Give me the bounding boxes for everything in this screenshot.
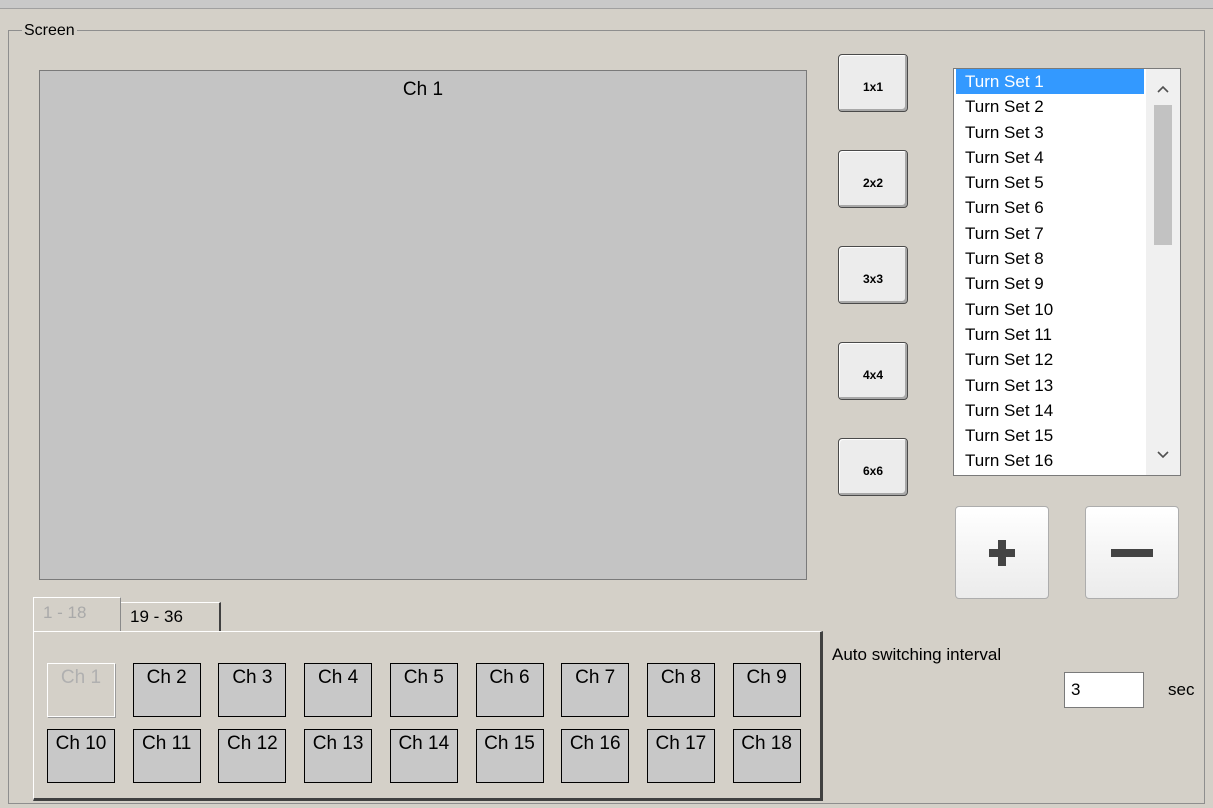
channel-button[interactable]: Ch 9 xyxy=(732,663,801,717)
list-item[interactable]: Turn Set 2 xyxy=(956,94,1144,119)
channel-button[interactable]: Ch 14 xyxy=(389,729,458,783)
list-item[interactable]: Turn Set 5 xyxy=(956,170,1144,195)
scroll-down-icon[interactable] xyxy=(1146,435,1180,475)
channel-button[interactable]: Ch 12 xyxy=(218,729,287,783)
channel-button[interactable]: Ch 7 xyxy=(561,663,630,717)
scroll-thumb[interactable] xyxy=(1154,105,1172,245)
turn-set-items: Turn Set 1 Turn Set 2 Turn Set 3 Turn Set 4… xyxy=(954,69,1144,474)
top-border-strip xyxy=(0,0,1213,9)
channel-button[interactable]: Ch 15 xyxy=(475,729,544,783)
tab-channels-1-18[interactable]: 1 - 18 xyxy=(33,597,121,631)
seconds-unit-label: sec xyxy=(1168,680,1195,699)
tab-channels-19-36[interactable]: 19 - 36 xyxy=(121,602,221,632)
channel-button[interactable]: Ch 3 xyxy=(218,663,287,717)
scroll-up-icon[interactable] xyxy=(1146,69,1180,109)
channel-button[interactable]: Ch 6 xyxy=(475,663,544,717)
channel-button[interactable]: Ch 18 xyxy=(732,729,801,783)
list-item[interactable]: Turn Set 14 xyxy=(956,398,1144,423)
channel-button[interactable]: Ch 16 xyxy=(561,729,630,783)
layout-1x1-button[interactable]: 1x1 xyxy=(838,54,908,112)
channel-button[interactable]: Ch 5 xyxy=(389,663,458,717)
list-item[interactable]: Turn Set 16 xyxy=(956,448,1144,473)
list-item[interactable]: Turn Set 10 xyxy=(956,297,1144,322)
interval-input[interactable] xyxy=(1064,672,1144,708)
list-item[interactable]: Turn Set 7 xyxy=(956,221,1144,246)
layout-4x4-button[interactable]: 4x4 xyxy=(838,342,908,400)
layout-3x3-button[interactable]: 3x3 xyxy=(838,246,908,304)
channel-button[interactable]: Ch 1 xyxy=(47,663,115,717)
channel-button[interactable]: Ch 10 xyxy=(47,729,115,783)
layout-6x6-button[interactable]: 6x6 xyxy=(838,438,908,496)
channel-button[interactable]: Ch 4 xyxy=(304,663,373,717)
channel-button[interactable]: Ch 13 xyxy=(304,729,373,783)
channel-button[interactable]: Ch 2 xyxy=(132,663,201,717)
list-item[interactable]: Turn Set 9 xyxy=(956,271,1144,296)
minus-icon xyxy=(1111,548,1153,557)
turn-set-listbox[interactable]: Turn Set 1 Turn Set 2 Turn Set 3 Turn Set 4… xyxy=(953,68,1181,476)
screen-group-label: Screen xyxy=(22,22,77,40)
list-item[interactable]: Turn Set 4 xyxy=(956,145,1144,170)
layout-2x2-button[interactable]: 2x2 xyxy=(838,150,908,208)
list-item[interactable]: Turn Set 15 xyxy=(956,423,1144,448)
preview-channel-label: Ch 1 xyxy=(402,79,444,100)
channel-button[interactable]: Ch 11 xyxy=(132,729,201,783)
listbox-scrollbar[interactable] xyxy=(1146,69,1180,475)
list-item[interactable]: Turn Set 3 xyxy=(956,120,1144,145)
add-turn-set-button[interactable] xyxy=(955,506,1049,599)
remove-turn-set-button[interactable] xyxy=(1085,506,1179,599)
plus-icon xyxy=(989,539,1015,566)
video-preview-area[interactable]: Ch 1 xyxy=(39,70,807,580)
list-item[interactable]: Turn Set 11 xyxy=(956,322,1144,347)
auto-switching-label: Auto switching interval xyxy=(832,645,1002,664)
channel-buttons-panel: Ch 1 Ch 2 Ch 3 Ch 4 Ch 5 Ch 6 Ch 7 Ch 8 Ch 9 Ch 1… xyxy=(33,631,823,801)
list-item[interactable]: Turn Set 8 xyxy=(956,246,1144,271)
list-item[interactable]: Turn Set 6 xyxy=(956,195,1144,220)
list-item[interactable]: Turn Set 13 xyxy=(956,373,1144,398)
channel-button[interactable]: Ch 17 xyxy=(646,729,715,783)
channel-button[interactable]: Ch 8 xyxy=(646,663,715,717)
list-item[interactable]: Turn Set 1 xyxy=(956,69,1144,95)
list-item[interactable]: Turn Set 12 xyxy=(956,347,1144,372)
